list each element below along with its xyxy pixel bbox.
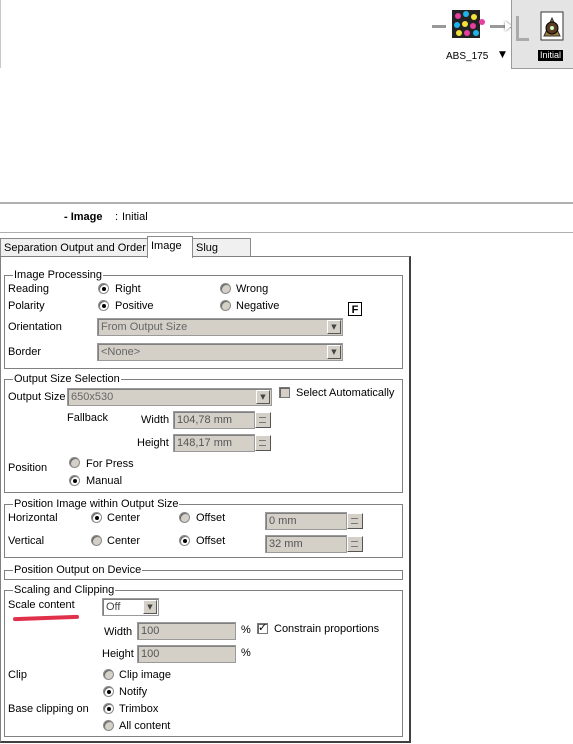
- header-separator: :: [115, 211, 119, 223]
- polarity-positive-radio[interactable]: [98, 300, 109, 311]
- reading-label: Reading: [8, 283, 49, 295]
- reading-right-label: Right: [115, 283, 141, 295]
- position-label: Position: [8, 462, 48, 474]
- chevron-down-icon[interactable]: ▼: [499, 49, 506, 62]
- reading-wrong-label: Wrong: [236, 283, 269, 295]
- horizontal-offset-stepper[interactable]: [347, 513, 363, 529]
- scale-content-label: Scale content: [8, 599, 75, 611]
- horizontal-offset-input[interactable]: 0 mm: [265, 512, 347, 530]
- center-label: Center: [107, 512, 141, 524]
- center-label: Center: [107, 535, 141, 547]
- polarity-negative-radio[interactable]: [220, 300, 231, 311]
- border-select[interactable]: <None> ▼: [97, 343, 343, 361]
- clip-image-label: Clip image: [119, 669, 171, 681]
- horizontal-offset-radio[interactable]: [179, 512, 190, 523]
- manual-label: Manual: [86, 475, 123, 487]
- border-label: Border: [8, 346, 42, 358]
- chevron-down-icon[interactable]: ▼: [327, 345, 341, 359]
- group-title: Position Image within Output Size: [13, 497, 180, 511]
- header-prefix: - Image: [64, 211, 103, 223]
- vertical-label: Vertical: [8, 535, 45, 547]
- f-badge[interactable]: F: [348, 302, 362, 316]
- fallback-width-input[interactable]: 104,78 mm: [173, 411, 255, 429]
- height-label: Height: [137, 437, 169, 449]
- offset-label: Offset: [196, 512, 226, 524]
- output-size-select[interactable]: 650x530 ▼: [67, 388, 272, 406]
- notify-radio[interactable]: [103, 686, 114, 697]
- trimbox-label: Trimbox: [119, 703, 159, 715]
- orientation-value: From Output Size: [101, 321, 188, 333]
- reading-wrong-radio[interactable]: [220, 283, 231, 294]
- orientation-select[interactable]: From Output Size ▼: [97, 318, 343, 336]
- group-title: Position Output on Device: [13, 563, 143, 577]
- position-manual-radio[interactable]: [69, 475, 80, 486]
- constrain-proportions-label: Constrain proportions: [274, 623, 380, 635]
- group-title: Scaling and Clipping: [13, 583, 116, 597]
- scale-width-label: Width: [104, 626, 133, 638]
- tab-image[interactable]: Image: [147, 236, 193, 258]
- vertical-offset-stepper[interactable]: [347, 536, 363, 552]
- scale-content-value: Off: [106, 601, 121, 613]
- scale-height-input[interactable]: 100: [137, 645, 236, 663]
- clip-label: Clip: [8, 669, 27, 681]
- workflow-connector: [432, 25, 446, 28]
- header-value: Initial: [122, 211, 148, 223]
- position-for-press-radio[interactable]: [69, 457, 80, 468]
- horizontal-label: Horizontal: [8, 512, 58, 524]
- output-size-value: 650x530: [71, 391, 114, 403]
- group-title: Output Size Selection: [13, 372, 121, 386]
- polarity-label: Polarity: [8, 300, 45, 312]
- position-device-group[interactable]: Position Output on Device: [4, 563, 403, 580]
- base-clipping-label: Base clipping on: [8, 703, 89, 715]
- border-value: <None>: [101, 346, 141, 358]
- polarity-positive-label: Positive: [115, 300, 154, 312]
- output-size-label: Output Size: [8, 391, 66, 403]
- scale-height-label: Height: [102, 648, 134, 660]
- constrain-proportions-checkbox[interactable]: [257, 621, 268, 634]
- select-automatically-label: Select Automatically: [296, 387, 395, 399]
- trimbox-radio[interactable]: [103, 703, 114, 714]
- horizontal-center-radio[interactable]: [91, 512, 102, 523]
- offset-label: Offset: [196, 535, 226, 547]
- chevron-down-icon[interactable]: ▼: [143, 600, 157, 614]
- workflow-node-label: ABS_175: [446, 51, 489, 62]
- all-content-radio[interactable]: [103, 720, 114, 731]
- group-title: Image Processing: [13, 268, 104, 282]
- select-automatically-checkbox[interactable]: [279, 387, 290, 398]
- all-content-label: All content: [119, 720, 171, 732]
- color-separation-icon[interactable]: [446, 6, 490, 44]
- for-press-label: For Press: [86, 458, 134, 470]
- fallback-label: Fallback: [67, 412, 108, 424]
- reading-right-radio[interactable]: [98, 283, 109, 294]
- height-stepper[interactable]: [255, 435, 271, 451]
- tab-slug-lines[interactable]: Slug Lines: [192, 238, 251, 272]
- section-header: - Image : Initial: [0, 202, 573, 233]
- tab-separation-output[interactable]: Separation Output and Order: [0, 238, 151, 257]
- notify-label: Notify: [119, 686, 148, 698]
- percent-label: %: [241, 624, 251, 636]
- connector-elbow: [516, 16, 529, 41]
- chevron-down-icon[interactable]: ▼: [256, 390, 270, 404]
- vertical-offset-radio[interactable]: [179, 535, 190, 546]
- percent-label: %: [241, 647, 251, 659]
- workflow-node-label: Initial: [538, 50, 564, 61]
- chevron-down-icon[interactable]: ▼: [327, 320, 341, 334]
- width-stepper[interactable]: [255, 412, 271, 428]
- clip-image-radio[interactable]: [103, 669, 114, 680]
- scale-width-input[interactable]: 100: [137, 622, 236, 640]
- polarity-negative-label: Negative: [236, 300, 280, 312]
- vertical-offset-input[interactable]: 32 mm: [265, 535, 347, 553]
- vertical-center-radio[interactable]: [91, 535, 102, 546]
- workflow-node-selected[interactable]: Initial: [511, 0, 573, 69]
- orientation-label: Orientation: [8, 321, 62, 333]
- fallback-height-input[interactable]: 148,17 mm: [173, 434, 255, 452]
- image-gear-icon: [538, 10, 568, 44]
- scale-content-select[interactable]: Off ▼: [102, 598, 159, 616]
- width-label: Width: [141, 414, 170, 426]
